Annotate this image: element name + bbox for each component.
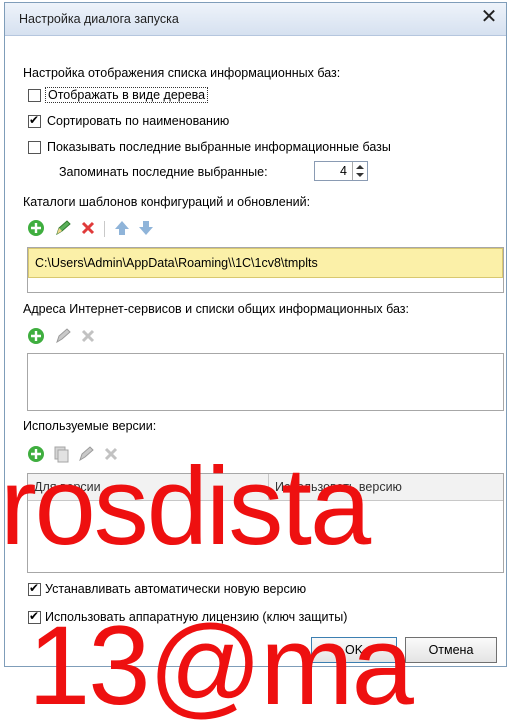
copy-icon [54, 446, 69, 463]
add-icon[interactable] [27, 219, 45, 237]
show-recent-label[interactable]: Показывать последние выбранные информаци… [47, 140, 391, 154]
templates-toolbar [27, 219, 197, 239]
launch-settings-dialog: Настройка диалога запуска ✕ Настройка от… [4, 2, 507, 667]
title-bar: Настройка диалога запуска ✕ [5, 3, 506, 36]
auto-install-label[interactable]: Устанавливать автоматически новую версию [45, 582, 306, 596]
close-icon[interactable]: ✕ [478, 7, 500, 29]
sort-by-name-label[interactable]: Сортировать по наименованию [47, 114, 229, 128]
edit-icon[interactable] [54, 219, 72, 237]
show-recent-checkbox[interactable] [28, 141, 41, 154]
internet-services-toolbar [27, 327, 127, 347]
hardware-license-checkbox[interactable] [28, 609, 41, 624]
stepper-arrows[interactable] [352, 162, 367, 180]
column-divider[interactable] [268, 474, 269, 500]
templates-heading: Каталоги шаблонов конфигураций и обновле… [23, 195, 311, 209]
delete-icon[interactable] [79, 219, 97, 237]
chevron-up-icon[interactable] [356, 165, 364, 169]
tree-view-checkbox[interactable] [28, 89, 41, 102]
list-item[interactable]: C:\Users\Admin\AppData\Roaming\\1C\1cv8\… [28, 248, 503, 278]
versions-grid-header: Для версии Использовать версию [28, 474, 503, 501]
move-up-icon[interactable] [113, 219, 131, 237]
hardware-license-label[interactable]: Использовать аппаратную лицензию (ключ з… [45, 610, 347, 624]
sort-by-name-checkbox[interactable] [28, 113, 41, 128]
column-use-version[interactable]: Использовать версию [275, 480, 402, 494]
versions-grid[interactable]: Для версии Использовать версию [27, 473, 504, 573]
ok-button[interactable]: OK [311, 637, 397, 663]
edit-icon [56, 328, 71, 344]
versions-heading: Используемые версии: [23, 419, 157, 433]
chevron-down-icon[interactable] [356, 173, 364, 177]
templates-list[interactable]: C:\Users\Admin\AppData\Roaming\\1C\1cv8\… [27, 247, 504, 293]
delete-icon [104, 447, 118, 461]
tree-view-label[interactable]: Отображать в виде дерева [45, 87, 209, 103]
cancel-button[interactable]: Отмена [405, 637, 497, 663]
move-down-icon[interactable] [137, 219, 155, 237]
remember-recent-value[interactable]: 4 [340, 164, 347, 178]
edit-icon [79, 446, 94, 462]
internet-services-list[interactable] [27, 353, 504, 411]
column-for-version[interactable]: Для версии [34, 480, 101, 494]
add-icon[interactable] [27, 327, 45, 345]
internet-services-heading: Адреса Интернет-сервисов и списки общих … [23, 302, 409, 316]
toolbar-separator [104, 221, 105, 237]
versions-toolbar [27, 445, 157, 465]
add-icon[interactable] [27, 445, 45, 463]
remember-recent-label: Запоминать последние выбранные: [59, 165, 268, 179]
delete-icon [81, 329, 95, 343]
display-settings-heading: Настройка отображения списка информацион… [23, 66, 341, 80]
remember-recent-stepper[interactable]: 4 [314, 161, 368, 181]
auto-install-checkbox[interactable] [28, 581, 41, 596]
template-path: C:\Users\Admin\AppData\Roaming\\1C\1cv8\… [35, 256, 318, 270]
dialog-title: Настройка диалога запуска [19, 12, 179, 26]
